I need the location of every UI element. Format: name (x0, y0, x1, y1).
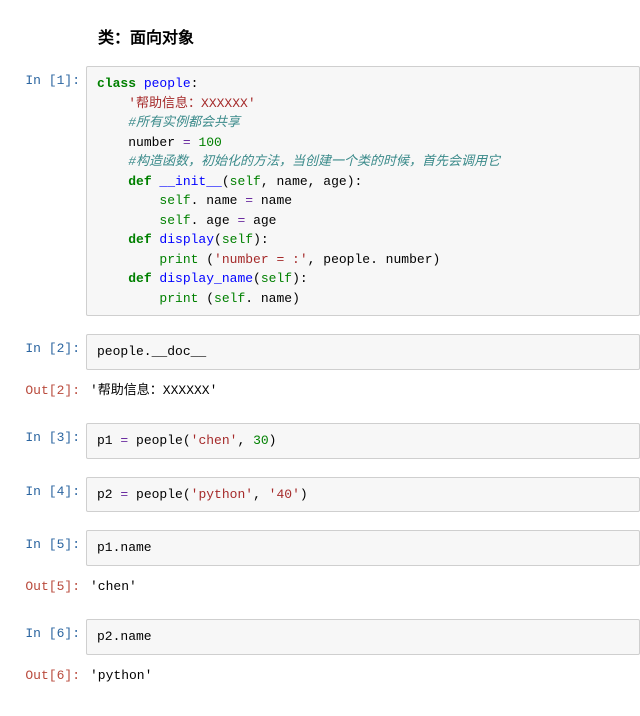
prompt-in-2: In [2]: (8, 334, 86, 358)
output-6: 'python' (86, 661, 640, 691)
cell-in-3: In [3]: p1 = people('chen', 30) (0, 423, 640, 459)
cell-in-4: In [4]: p2 = people('python', '40') (0, 477, 640, 513)
prompt-out-2: Out[2]: (8, 376, 86, 400)
code-input-3[interactable]: p1 = people('chen', 30) (86, 423, 640, 459)
prompt-in-5: In [5]: (8, 530, 86, 554)
cell-in-5: In [5]: p1.name (0, 530, 640, 566)
prompt-out-6: Out[6]: (8, 661, 86, 685)
output-2: '帮助信息：XXXXXX' (86, 376, 640, 406)
code-input-4[interactable]: p2 = people('python', '40') (86, 477, 640, 513)
output-5: 'chen' (86, 572, 640, 602)
code-input-2[interactable]: people.__doc__ (86, 334, 640, 370)
prompt-in-6: In [6]: (8, 619, 86, 643)
cell-in-1: In [1]: class people: '帮助信息：XXXXXX' #所有实… (0, 66, 640, 316)
code-input-6[interactable]: p2.name (86, 619, 640, 655)
section-title: 类：面向对象 (98, 24, 640, 48)
cell-in-6: In [6]: p2.name (0, 619, 640, 655)
code-input-1[interactable]: class people: '帮助信息：XXXXXX' #所有实例都会共享 nu… (86, 66, 640, 316)
cell-in-2: In [2]: people.__doc__ (0, 334, 640, 370)
cell-out-2: Out[2]: '帮助信息：XXXXXX' (0, 376, 640, 406)
prompt-out-5: Out[5]: (8, 572, 86, 596)
prompt-in-1: In [1]: (8, 66, 86, 90)
cell-out-5: Out[5]: 'chen' (0, 572, 640, 602)
cell-out-6: Out[6]: 'python' (0, 661, 640, 691)
prompt-in-4: In [4]: (8, 477, 86, 501)
prompt-in-3: In [3]: (8, 423, 86, 447)
code-input-5[interactable]: p1.name (86, 530, 640, 566)
notebook: 类：面向对象 In [1]: class people: '帮助信息：XXXXX… (0, 0, 640, 716)
